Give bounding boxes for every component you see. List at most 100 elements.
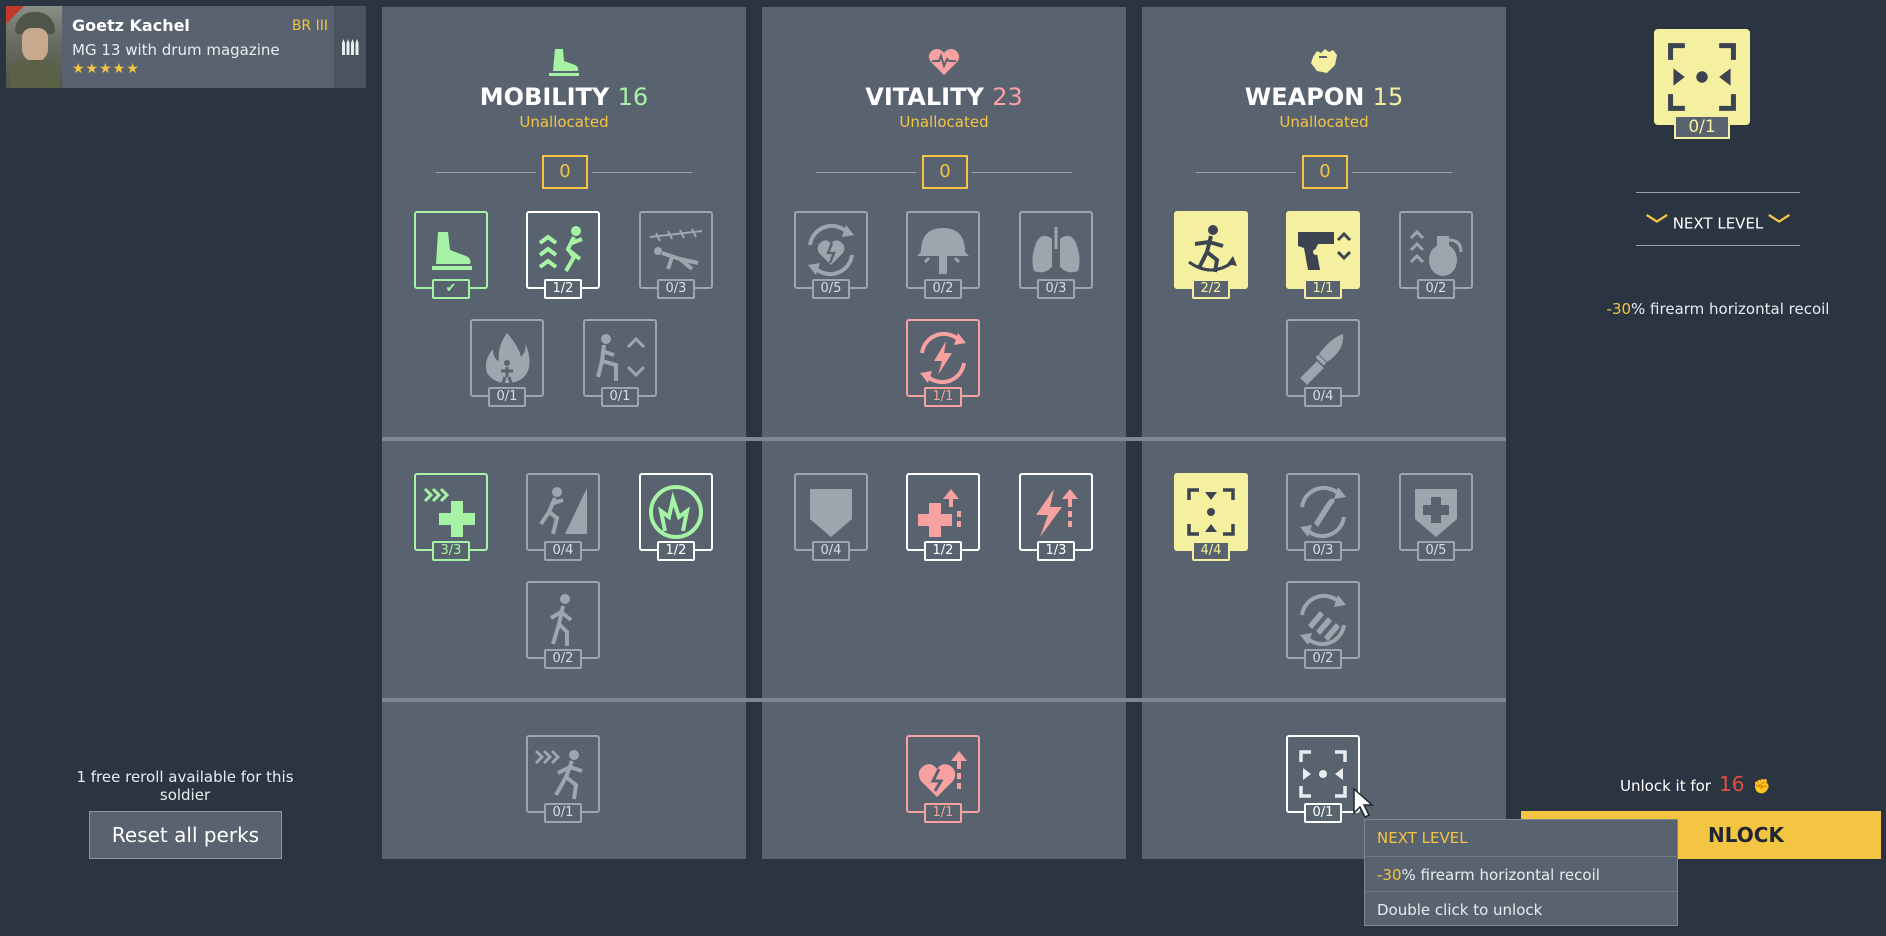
perk-mobility-stamina[interactable]: 1/2 bbox=[639, 473, 713, 565]
climb-icon bbox=[539, 487, 587, 535]
perk-weapon-horizontal-recoil[interactable]: 0/1 bbox=[1286, 735, 1360, 827]
recoil-horizontal-icon bbox=[1668, 43, 1736, 111]
perk-mobility-walk-speed[interactable]: 0/2 bbox=[526, 581, 600, 673]
perk-mobility-crawl[interactable]: 0/3 bbox=[639, 211, 713, 303]
perk-weapon-weapon-swap[interactable]: 2/2 bbox=[1174, 211, 1248, 303]
reload-ammo-icon bbox=[1300, 593, 1346, 647]
perk-vitality-heart-boost[interactable]: 1/1 bbox=[906, 735, 980, 827]
unlock-cost-info: Unlock it for 16 ✊ bbox=[1620, 772, 1860, 796]
perk-weapon-grenades[interactable]: 0/2 bbox=[1399, 211, 1473, 303]
perk-count: 0/3 bbox=[1037, 279, 1075, 299]
next-level-header: ﹀ NEXT LEVEL ﹀ bbox=[1612, 208, 1824, 240]
reload-bullet-icon bbox=[1300, 485, 1346, 539]
vitality-column: VITALITY 23 Unallocated 0 bbox=[762, 7, 1126, 859]
weapon-unallocated-label: Unallocated bbox=[1279, 113, 1369, 131]
perk-vitality-energy-boost[interactable]: 1/3 bbox=[1019, 473, 1093, 565]
tooltip-desc-value: -30 bbox=[1377, 866, 1402, 884]
selected-perk-preview bbox=[1654, 29, 1750, 125]
perk-vitality-lungs[interactable]: 0/3 bbox=[1019, 211, 1093, 303]
walk-icon bbox=[549, 594, 573, 646]
tooltip-title: NEXT LEVEL bbox=[1377, 829, 1468, 847]
lungs-icon bbox=[1032, 227, 1080, 273]
perk-point-icon: ✊ bbox=[1753, 779, 1771, 795]
perk-count: 0/1 bbox=[601, 387, 639, 407]
perk-mobility-sprint[interactable]: ✔ bbox=[414, 211, 488, 303]
chevron-down-icon: ﹀ bbox=[1645, 214, 1668, 239]
perk-mobility-sprint-run[interactable]: 0/1 bbox=[526, 735, 600, 827]
next-level-label: NEXT LEVEL bbox=[1672, 214, 1764, 233]
selected-perk-count: 0/1 bbox=[1674, 115, 1730, 139]
boot-icon bbox=[549, 49, 579, 76]
perk-vitality-helmet[interactable]: 0/2 bbox=[906, 211, 980, 303]
shield-plus-icon bbox=[1415, 489, 1457, 537]
vitality-unallocated-label: Unallocated bbox=[899, 113, 989, 131]
perk-count: 0/1 bbox=[488, 387, 526, 407]
perk-mobility-jump[interactable]: 1/2 bbox=[526, 211, 600, 303]
perk-vitality-armor[interactable]: 0/4 bbox=[794, 473, 868, 565]
helmet-icon bbox=[917, 228, 969, 274]
crouch-arrows-icon bbox=[596, 334, 646, 381]
soldier-card[interactable]: Goetz Kachel BR III MG 13 with drum maga… bbox=[6, 6, 366, 88]
reset-perks-button[interactable]: Reset all perks bbox=[89, 811, 282, 859]
perk-count: 3/3 bbox=[432, 541, 470, 561]
mobility-unallocated-count: 0 bbox=[542, 155, 588, 189]
mobility-title: MOBILITY bbox=[479, 83, 610, 111]
soldier-name: Goetz Kachel bbox=[72, 16, 190, 35]
perk-vitality-health-boost[interactable]: 1/2 bbox=[906, 473, 980, 565]
perk-weapon-armor-heal[interactable]: 0/5 bbox=[1399, 473, 1473, 565]
perk-weapon-melee[interactable]: 0/4 bbox=[1286, 319, 1360, 411]
perk-vitality-recovery[interactable]: 0/5 bbox=[794, 211, 868, 303]
weapon-unallocated-count: 0 bbox=[1302, 155, 1348, 189]
vitality-title: VITALITY bbox=[865, 83, 984, 111]
fist-icon bbox=[1311, 49, 1337, 73]
perk-mobility-heal-speed[interactable]: 3/3 bbox=[414, 473, 488, 565]
recoil-horizontal-icon bbox=[1299, 750, 1347, 798]
heart-energy-up-icon bbox=[918, 751, 967, 797]
heart-pulse-icon bbox=[928, 49, 960, 75]
energy-cycle-icon bbox=[920, 331, 966, 385]
weapon-value: 15 bbox=[1372, 83, 1404, 111]
perk-count: 0/1 bbox=[544, 803, 582, 823]
shield-icon bbox=[810, 489, 852, 537]
perk-mobility-crouch-speed[interactable]: 0/1 bbox=[583, 319, 657, 411]
perk-count: 0/2 bbox=[1304, 649, 1342, 669]
desc-value: -30 bbox=[1606, 300, 1632, 318]
unlock-cost: 16 bbox=[1718, 772, 1745, 796]
ammo-icon bbox=[334, 6, 366, 88]
mobility-unallocated-label: Unallocated bbox=[519, 113, 609, 131]
chevron-down-icon: ﹀ bbox=[1768, 214, 1791, 239]
perk-count: 2/2 bbox=[1192, 279, 1230, 299]
perk-count: 0/3 bbox=[1304, 541, 1342, 561]
next-level-description: -30% firearm horizontal recoil bbox=[1560, 300, 1876, 318]
run-arrows-icon bbox=[534, 749, 583, 800]
perk-count: 0/4 bbox=[1304, 387, 1342, 407]
lungs-circle-icon bbox=[649, 485, 703, 539]
unlock-label: Unlock it for bbox=[1620, 777, 1711, 795]
perk-weapon-reload[interactable]: 0/3 bbox=[1286, 473, 1360, 565]
perk-count: 0/5 bbox=[1417, 541, 1455, 561]
perk-mobility-climb[interactable]: 0/4 bbox=[526, 473, 600, 565]
tier-divider-2 bbox=[382, 698, 1506, 702]
tier-divider-1 bbox=[382, 437, 1506, 441]
jump-icon bbox=[538, 226, 583, 272]
soldier-rotate-icon bbox=[1188, 225, 1237, 273]
perk-count: 1/3 bbox=[1037, 541, 1075, 561]
perk-count: 1/1 bbox=[924, 387, 962, 407]
perk-weapon-pistol[interactable]: 1/1 bbox=[1286, 211, 1360, 303]
knife-icon bbox=[1300, 334, 1344, 385]
perk-count: 1/2 bbox=[544, 279, 582, 299]
perk-count: 0/4 bbox=[544, 541, 582, 561]
perk-vitality-regen[interactable]: 1/1 bbox=[906, 319, 980, 411]
perk-count: 4/4 bbox=[1192, 541, 1230, 561]
perk-weapon-ammo-reload[interactable]: 0/2 bbox=[1286, 581, 1360, 673]
mobility-column: MOBILITY 16 Unallocated 0 bbox=[382, 7, 746, 859]
perk-mobility-fire-resist[interactable]: 0/1 bbox=[470, 319, 544, 411]
vitality-value: 23 bbox=[992, 83, 1023, 111]
fire-icon bbox=[485, 333, 530, 384]
desc-text: % firearm horizontal recoil bbox=[1631, 300, 1830, 318]
reroll-info: 1 free reroll available for this soldier bbox=[76, 768, 294, 804]
perk-count: 1/1 bbox=[924, 803, 962, 823]
perk-count: 0/1 bbox=[1304, 803, 1342, 823]
perk-tooltip: NEXT LEVEL -30% firearm horizontal recoi… bbox=[1364, 819, 1678, 926]
perk-weapon-vertical-recoil[interactable]: 4/4 bbox=[1174, 473, 1248, 565]
